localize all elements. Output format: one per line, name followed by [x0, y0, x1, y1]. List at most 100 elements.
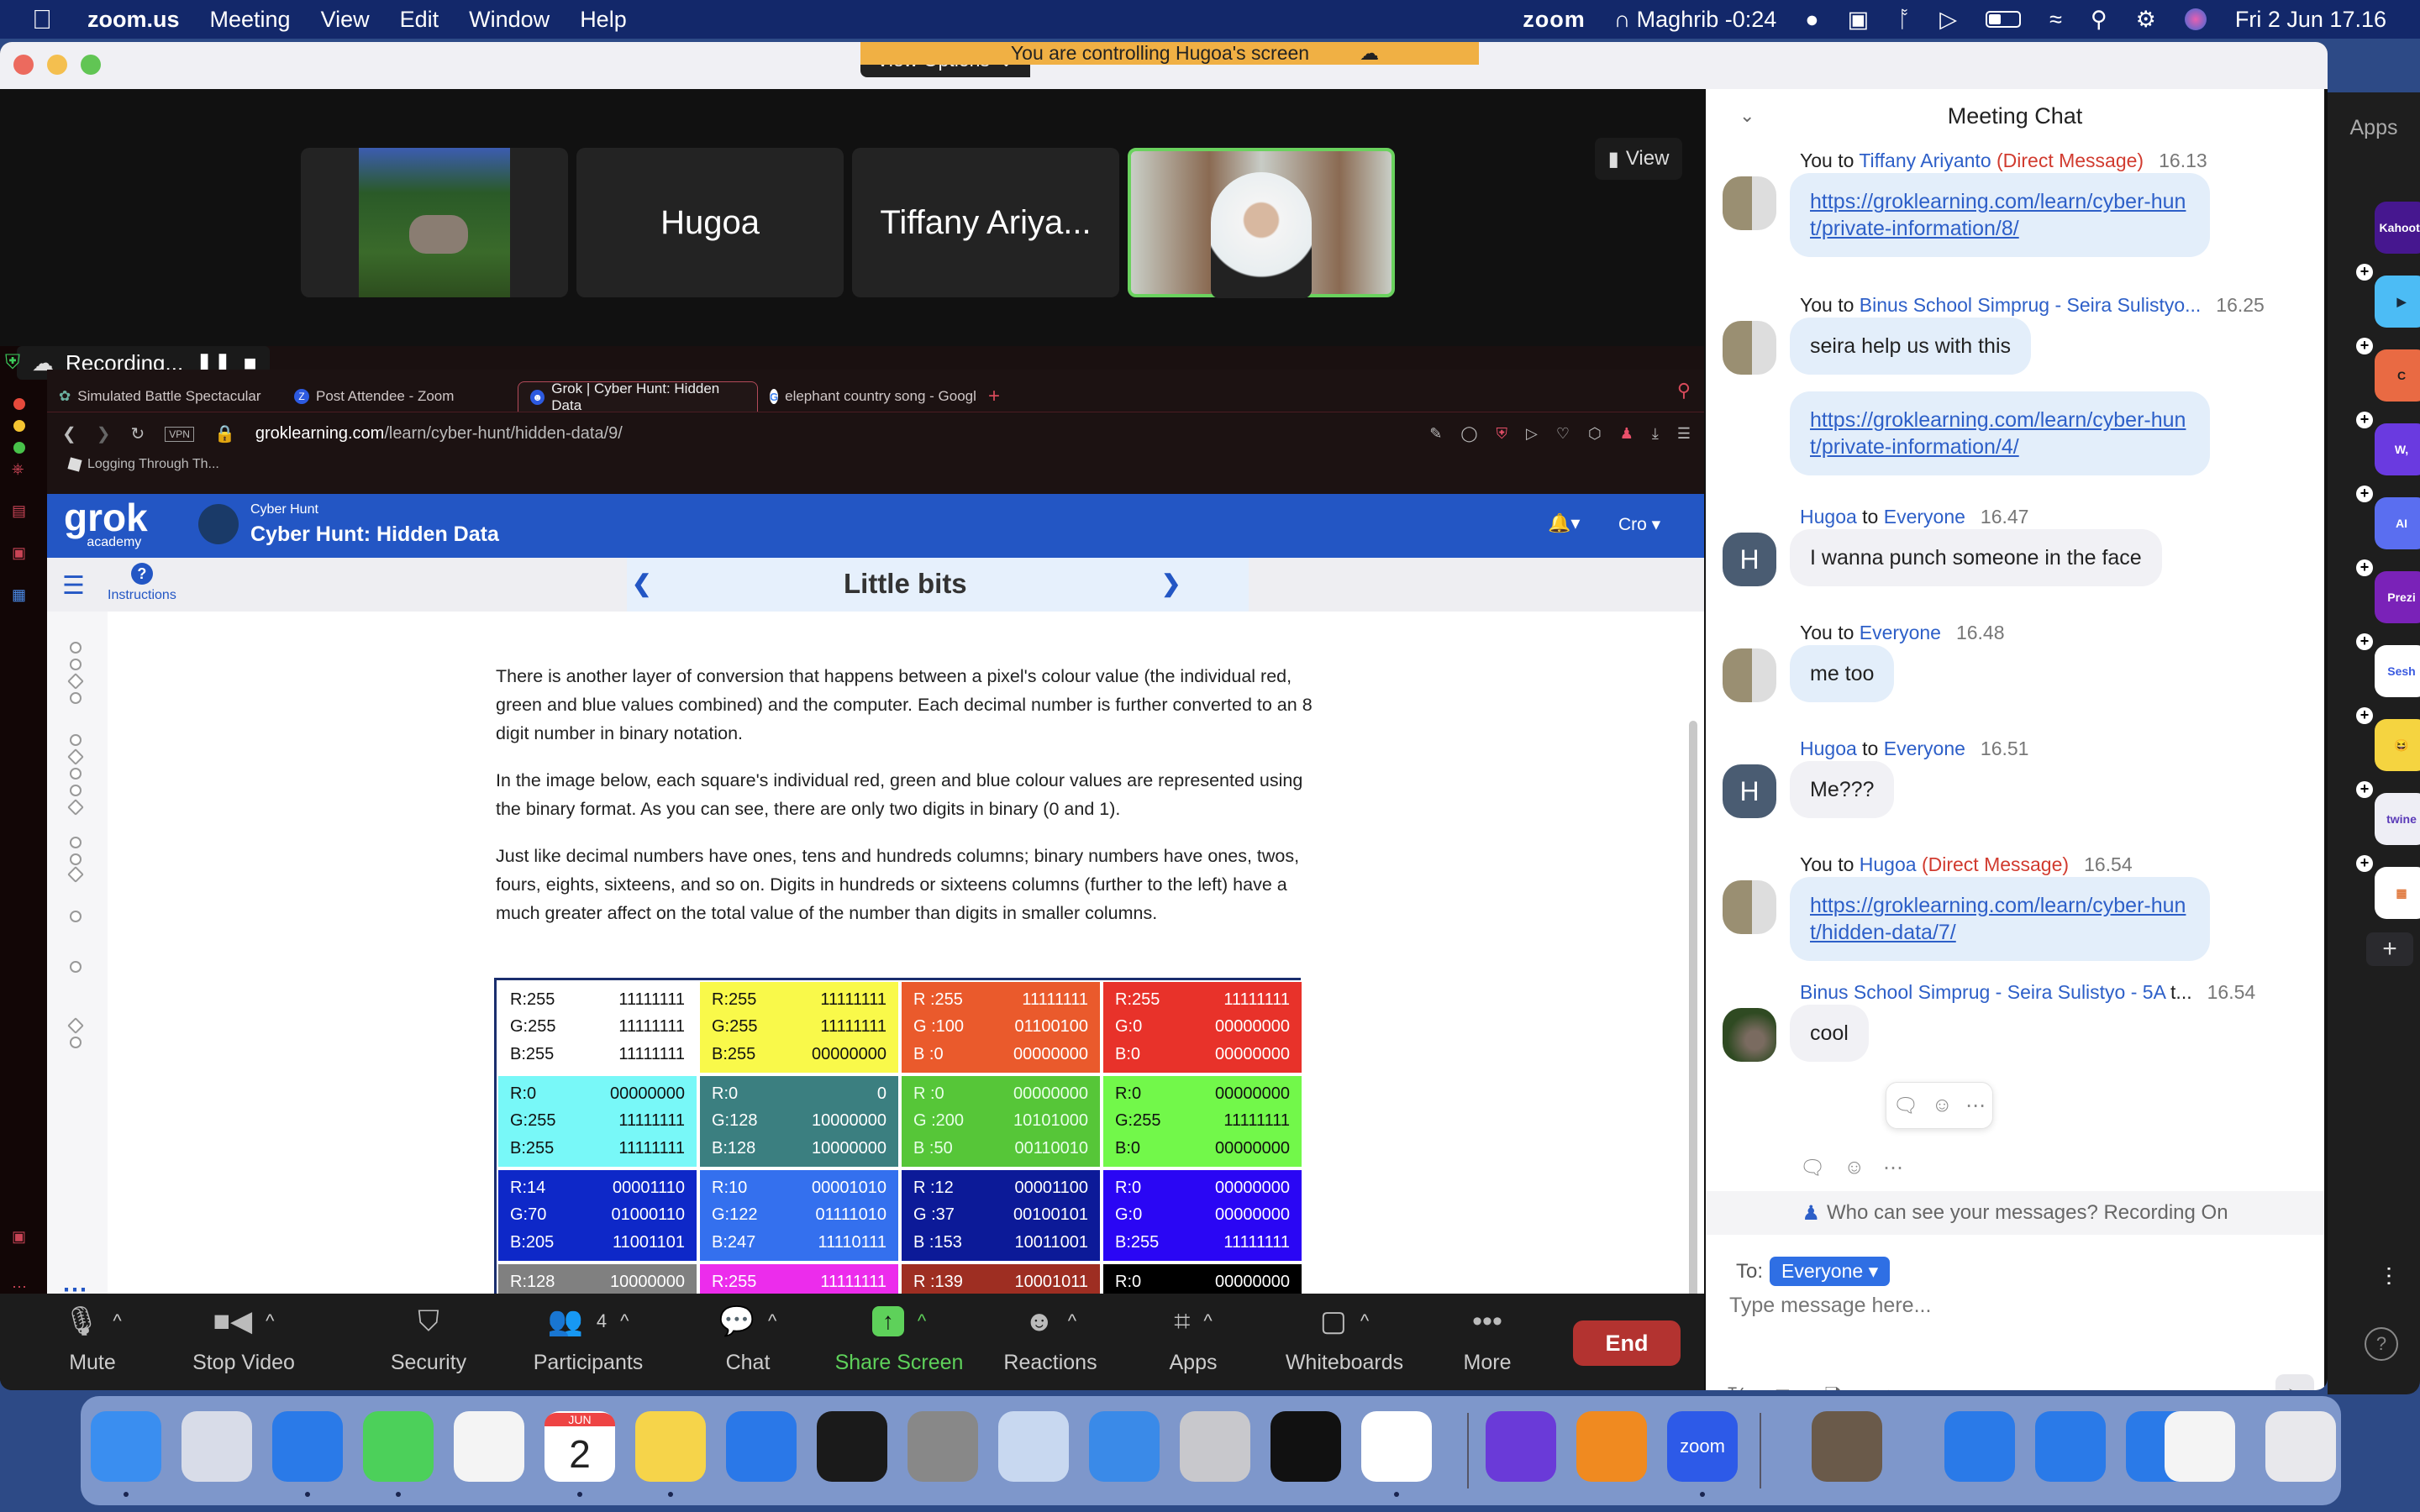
add-app-plus-icon[interactable]: + — [2356, 855, 2373, 872]
more-compose-icon[interactable]: ⋯ — [1935, 1383, 1957, 1390]
format-text-icon[interactable]: ᵀ⁄ — [1728, 1383, 1741, 1390]
file-icon[interactable]: 🗋 — [1824, 1383, 1842, 1390]
dock-calendar[interactable]: JUN 2 — [544, 1411, 615, 1482]
chat-privacy-notice[interactable]: ♟ Who can see your messages? Recording O… — [1706, 1191, 2324, 1235]
reply-icon[interactable]: 🗨 — [1800, 1156, 1825, 1180]
toolbar-security-button[interactable]: ⛉ Security — [361, 1300, 496, 1375]
screenshot-add-icon[interactable]: □ — [1776, 1383, 1790, 1390]
toolbar-whiteboards-button[interactable]: ▢ ^ Whiteboards — [1277, 1300, 1412, 1375]
apple-logo-icon[interactable]:  — [32, 4, 57, 35]
app-6[interactable]: Sesh + — [2356, 633, 2420, 697]
video-tile-horse[interactable] — [301, 148, 568, 297]
mac-close-dot[interactable] — [13, 398, 25, 410]
progress-step[interactable] — [70, 961, 82, 973]
add-app-plus-icon[interactable]: + — [2356, 781, 2373, 798]
toolbar-participants-button[interactable]: 👥 4 ^ Participants — [521, 1300, 655, 1375]
profile-icon[interactable]: ♟ — [1620, 425, 1634, 443]
cloud-icon[interactable]: ☁ — [1360, 42, 1379, 65]
add-app-plus-icon[interactable]: + — [2356, 633, 2373, 650]
message-recipient[interactable]: Everyone — [1860, 622, 1941, 643]
back-icon[interactable]: ❮ — [62, 423, 76, 444]
sender-avatar[interactable] — [1723, 176, 1776, 230]
message-recipient[interactable]: Binus School Simprug - Seira Sulistyo... — [1860, 294, 2202, 316]
sender-avatar[interactable] — [1723, 321, 1776, 375]
dock-finder[interactable]: Finder — [91, 1411, 161, 1482]
edit-icon[interactable]: ✎ — [1429, 425, 1442, 443]
camera-icon[interactable]: ◯ — [1460, 425, 1477, 443]
prayer-time[interactable]: ∩ Maghrib -0:24 — [1614, 7, 1777, 33]
notification-icon[interactable]: ● — [1805, 7, 1818, 33]
dock-recent-photo[interactable] — [1812, 1411, 1882, 1482]
app-7[interactable]: 😆 + — [2356, 707, 2420, 771]
dock-notes[interactable]: Notes — [635, 1411, 706, 1482]
dock-imovie[interactable]: iMovie — [1486, 1411, 1556, 1482]
more-actions-icon[interactable]: ⋯ — [1883, 1156, 1903, 1180]
message-sender[interactable]: Hugoa — [1800, 738, 1857, 759]
dock-xcode-tools[interactable]: Xcode Tools — [1089, 1411, 1160, 1482]
progress-step[interactable] — [67, 866, 84, 883]
notification-bell-button[interactable]: 🔔▾ — [1548, 512, 1580, 534]
browser-tab-simulated-battle[interactable]: ✿ Simulated Battle Spectacular — [47, 381, 282, 412]
siri-icon[interactable] — [2184, 8, 2207, 30]
progress-step[interactable] — [70, 853, 82, 865]
prev-page-button[interactable]: ❮ — [632, 570, 651, 597]
maximize-window-button[interactable] — [81, 55, 101, 75]
dock-activity-monitor[interactable]: Activity Monitor — [1270, 1411, 1341, 1482]
toolbar-apps-button[interactable]: ⌗ ^ Apps — [1126, 1300, 1260, 1375]
close-window-button[interactable] — [13, 55, 34, 75]
chat-message-input[interactable] — [1729, 1294, 2301, 1318]
dock-minimized-window[interactable] — [2165, 1411, 2235, 1482]
message-recipient[interactable]: Tiffany Ariyanto — [1859, 150, 1991, 171]
dock-launchpad[interactable]: Launchpad — [182, 1411, 252, 1482]
recipient-dropdown[interactable]: Everyone ▾ — [1770, 1257, 1891, 1286]
send-icon[interactable]: ▷ — [1526, 425, 1538, 443]
control-center-icon[interactable]: ⚙ — [2136, 7, 2156, 33]
caret-up-icon[interactable]: ^ — [113, 1310, 121, 1332]
message-recipient[interactable]: Hugoa — [1860, 853, 1917, 875]
search-icon[interactable]: ⚲ — [2091, 7, 2107, 33]
add-app-plus-icon[interactable]: + — [2356, 486, 2373, 502]
progress-step[interactable] — [70, 1037, 82, 1048]
sender-avatar[interactable] — [1723, 880, 1776, 934]
toolbar-chat-button[interactable]: 💬 ^ Chat — [681, 1300, 815, 1375]
dock-preview[interactable]: Preview — [998, 1411, 1069, 1482]
dock-trash[interactable] — [2265, 1411, 2336, 1482]
view-layout-button[interactable]: ▮ View — [1595, 138, 1682, 180]
dock-roblox[interactable]: Roblox — [1180, 1411, 1250, 1482]
bluetooth-icon[interactable]: ᚩ — [1897, 7, 1911, 33]
app-4[interactable]: AI + — [2356, 486, 2420, 549]
send-button[interactable]: ➤ — [2275, 1374, 2314, 1390]
sender-avatar[interactable] — [1723, 648, 1776, 702]
add-reaction-icon[interactable]: ☺ — [1932, 1094, 1953, 1117]
gamepad-icon[interactable]: ⎈ — [12, 460, 24, 478]
user-menu-button[interactable]: Cro ▾ — [1618, 514, 1660, 535]
menu-app-name[interactable]: zoom.us — [87, 7, 180, 33]
caret-up-icon[interactable]: ^ — [1360, 1310, 1369, 1332]
sender-avatar[interactable]: H — [1723, 533, 1776, 586]
sender-avatar[interactable] — [1723, 1008, 1776, 1062]
app-1[interactable]: ▶ + — [2356, 264, 2420, 328]
dock-photos[interactable]: Photos — [454, 1411, 524, 1482]
video-tile-hugoa[interactable]: Hugoa — [576, 148, 844, 297]
toolbar-mute-button[interactable]: 🎙 ^ Mute — [25, 1300, 160, 1375]
screenshot-icon[interactable]: ▣ — [12, 1228, 26, 1246]
browser-tab-post-attendee[interactable]: Z Post Attendee - Zoom — [282, 381, 518, 412]
toolbar-share-screen-button[interactable]: ↑ ^ Share Screen — [832, 1300, 966, 1375]
dock-zoom[interactable]: zoom — [1667, 1411, 1738, 1482]
app-0[interactable]: Kahoot! — [2375, 202, 2420, 254]
cpu-icon[interactable]: ▣ — [12, 544, 26, 562]
app-5[interactable]: Prezi + — [2356, 559, 2420, 623]
add-app-button[interactable]: + — [2366, 932, 2413, 966]
message-sender[interactable]: You — [1800, 150, 1833, 171]
tab-search-icon[interactable]: ⚲ — [1677, 380, 1691, 402]
menu-help[interactable]: Help — [580, 7, 627, 33]
add-app-plus-icon[interactable]: + — [2356, 338, 2373, 354]
progress-step[interactable] — [70, 734, 82, 746]
caret-up-icon[interactable]: ^ — [918, 1310, 926, 1332]
progress-step[interactable] — [70, 785, 82, 796]
progress-step[interactable] — [70, 692, 82, 704]
progress-step[interactable] — [70, 659, 82, 670]
download-icon[interactable]: ⤓ — [1652, 425, 1659, 443]
mac-minimize-dot[interactable] — [13, 420, 25, 432]
end-meeting-button[interactable]: End — [1573, 1320, 1681, 1366]
